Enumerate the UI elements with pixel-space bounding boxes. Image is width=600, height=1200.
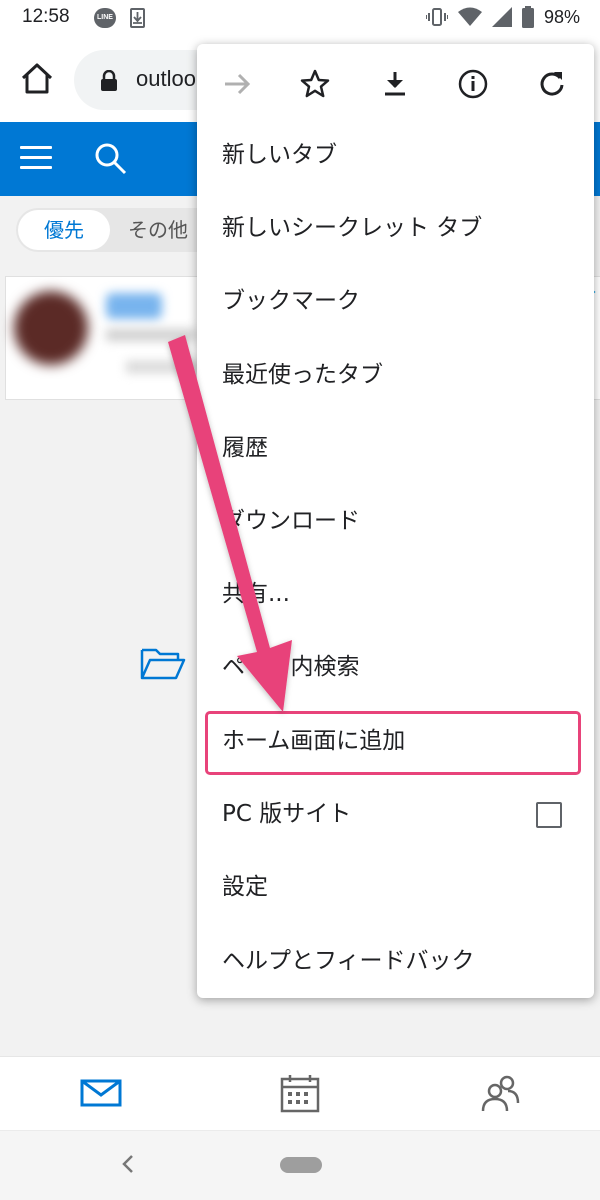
wifi-icon: [457, 7, 482, 26]
bottom-tab-bar: [0, 1056, 600, 1130]
menu-item-share[interactable]: 共有...: [197, 558, 594, 631]
people-icon[interactable]: [478, 1073, 522, 1113]
menu-item-help-feedback[interactable]: ヘルプとフィードバック: [197, 925, 594, 998]
filter-other[interactable]: その他: [114, 210, 188, 250]
menu-item-new-incognito-tab[interactable]: 新しいシークレット タブ: [197, 192, 594, 265]
download-notification-icon: [130, 8, 145, 28]
forward-icon[interactable]: [219, 66, 255, 102]
filter-focused[interactable]: 優先: [18, 210, 110, 250]
url-text: outloo: [136, 66, 196, 91]
back-icon[interactable]: [120, 1153, 136, 1179]
info-icon[interactable]: [455, 66, 491, 102]
menu-item-recent-tabs[interactable]: 最近使ったタブ: [197, 339, 594, 412]
search-icon[interactable]: [94, 142, 128, 180]
browser-overflow-menu: 新しいタブ 新しいシークレット タブ ブックマーク 最近使ったタブ 履歴 ダウン…: [197, 44, 594, 998]
folder-icon: [140, 646, 186, 686]
status-bar: 12:58 LINE 98%: [0, 0, 600, 38]
menu-item-desktop-site[interactable]: PC 版サイト: [197, 778, 594, 851]
menu-item-settings[interactable]: 設定: [197, 851, 594, 924]
avatar: [14, 291, 88, 365]
refresh-icon[interactable]: [534, 66, 570, 102]
vibrate-icon: [425, 8, 448, 26]
status-icons: 98%: [425, 6, 580, 28]
clock: 12:58: [22, 6, 70, 27]
highlight-box: [205, 711, 581, 775]
line-app-icon: LINE: [94, 8, 116, 28]
lock-icon: [100, 69, 118, 96]
sender-blurred: [106, 293, 162, 319]
menu-item-downloads[interactable]: ダウンロード: [197, 485, 594, 558]
menu-item-history[interactable]: 履歴: [197, 412, 594, 485]
battery-icon: [521, 6, 534, 28]
signal-icon: [491, 7, 512, 27]
desktop-site-checkbox[interactable]: [536, 802, 562, 828]
download-icon[interactable]: [377, 66, 413, 102]
menu-item-new-tab[interactable]: 新しいタブ: [197, 119, 594, 192]
calendar-icon[interactable]: [278, 1073, 322, 1113]
star-icon[interactable]: [297, 66, 333, 102]
menu-icon-row: [197, 44, 594, 124]
system-navigation-bar: [0, 1130, 600, 1200]
menu-item-desktop-site-label: PC 版サイト: [222, 801, 352, 827]
menu-item-find-in-page[interactable]: ページ内検索: [197, 631, 594, 704]
menu-icon[interactable]: [20, 146, 52, 170]
battery-percent: 98%: [543, 6, 580, 27]
home-pill[interactable]: [280, 1157, 322, 1173]
home-icon[interactable]: [18, 60, 56, 98]
subject-blurred: [106, 329, 196, 341]
preview-blurred: [126, 361, 206, 373]
mail-icon[interactable]: [79, 1073, 123, 1113]
menu-item-bookmarks[interactable]: ブックマーク: [197, 265, 594, 338]
